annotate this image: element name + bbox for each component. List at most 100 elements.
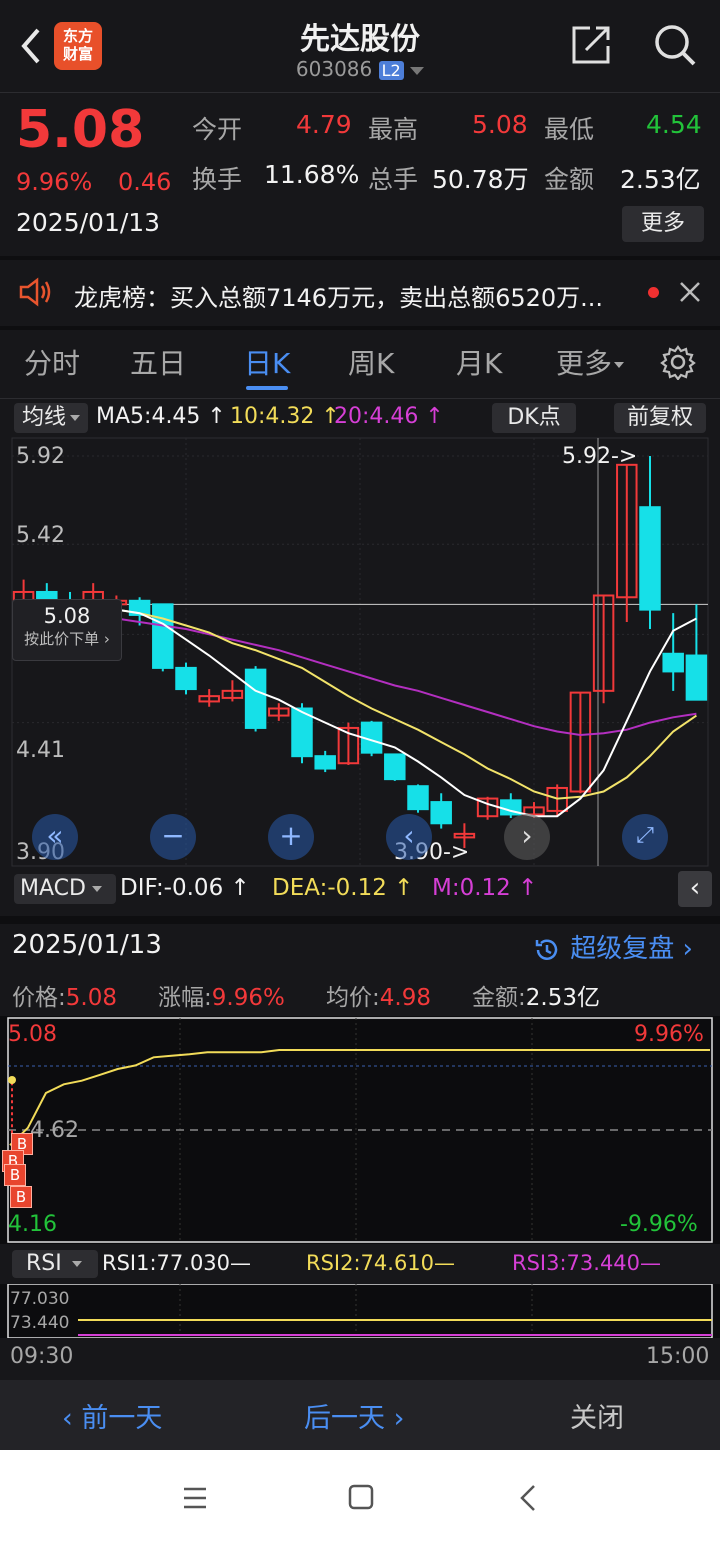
rsi-label-bottom: 73.440 — [10, 1313, 70, 1333]
time-start: 09:30 — [10, 1344, 74, 1369]
price-tag-sub-text: 按此价下单 — [24, 630, 100, 648]
price-tag-sub: 按此价下单 › — [24, 630, 110, 648]
close-icon[interactable] — [678, 280, 702, 304]
ma20-value: 20:4.46 ↑ — [334, 404, 444, 429]
app-screen: 东方 财富 先达股份 603086 L2 5.08 9.96% 0.46 2025… — [0, 0, 720, 1450]
caret-down-icon — [71, 1261, 82, 1267]
change-value: 0.46 — [118, 168, 172, 196]
candle-body — [175, 666, 197, 691]
tab-weekly-k[interactable]: 周K — [348, 342, 394, 382]
dk-label: DK点 — [507, 405, 561, 430]
kline-ylabel-3: 4.41 — [16, 738, 65, 763]
detail-amt-label: 金额: — [472, 985, 526, 1011]
zoom-in-icon[interactable]: + — [268, 814, 314, 860]
detail-avg: 均价:4.98 — [326, 978, 431, 1012]
rsi-frame — [7, 1284, 713, 1338]
tab-daily-k[interactable]: 日K — [244, 342, 290, 382]
quote-date: 2025/01/13 — [16, 208, 161, 237]
intraday-bottom-pct: -9.96% — [620, 1212, 698, 1237]
dk-point-select[interactable]: DK点 — [492, 403, 576, 433]
more-button[interactable]: 更多 — [622, 206, 704, 242]
settings-gear-icon[interactable] — [660, 344, 696, 381]
candle-body — [662, 652, 684, 673]
stock-name: 先达股份 — [300, 22, 420, 57]
candle-body — [244, 668, 267, 729]
next-day-button[interactable]: 后一天 › — [304, 1396, 404, 1435]
price-line — [9, 1049, 710, 1146]
share-icon[interactable] — [570, 24, 612, 66]
caret-down-icon — [410, 66, 425, 75]
zoom-out-icon[interactable]: − — [150, 814, 196, 860]
history-icon — [535, 938, 558, 960]
red-dot-icon — [648, 287, 659, 298]
price-tag[interactable]: 5.08 按此价下单 › — [12, 599, 122, 661]
buy-marker: B — [10, 1186, 32, 1208]
rsi-chart — [0, 1284, 720, 1338]
ma-select-label: 均线 — [22, 405, 67, 430]
detail-avg-value: 4.98 — [379, 985, 431, 1011]
candle-body — [384, 753, 406, 781]
high-label: 最高 — [368, 115, 419, 144]
ma5-text: MA5:4.45 — [96, 404, 201, 429]
volume-label: 总手 — [368, 165, 419, 194]
stock-code-row[interactable]: 603086 L2 — [0, 57, 720, 81]
search-icon[interactable] — [652, 22, 698, 68]
ma5-value: MA5:4.45 ↑ — [96, 404, 226, 429]
rsi-label-top: 77.030 — [10, 1289, 70, 1309]
level-badge: L2 — [378, 61, 404, 80]
change-pct: 9.96% — [16, 168, 93, 196]
detail-price-label: 价格: — [12, 985, 66, 1011]
home-icon[interactable] — [348, 1484, 374, 1510]
detail-pct: 涨幅:9.96% — [158, 978, 285, 1012]
macd-select-label: MACD — [20, 876, 86, 901]
rsi3-value: RSI3:73.440— — [512, 1251, 662, 1275]
rsi-select-label: RSI — [26, 1251, 62, 1276]
detail-pct-label: 涨幅: — [158, 985, 212, 1011]
scroll-start-icon[interactable]: « — [32, 814, 78, 860]
candle-body — [430, 801, 452, 825]
prev-day-label: 前一天 — [81, 1403, 163, 1434]
super-review-link[interactable]: 超级复盘 › — [532, 928, 693, 965]
scroll-right-icon[interactable]: › — [504, 814, 550, 860]
menu-icon[interactable] — [182, 1486, 208, 1510]
intraday-top-pct: 9.96% — [634, 1022, 704, 1047]
prev-day-button[interactable]: ‹ 前一天 — [62, 1396, 162, 1435]
back-nav-icon[interactable] — [516, 1484, 540, 1512]
intraday-top-price: 5.08 — [8, 1022, 57, 1047]
caret-down-icon — [614, 362, 625, 368]
news-text[interactable]: 龙虎榜：买入总额7146万元，卖出总额6520万... — [74, 278, 634, 313]
adjust-select[interactable]: 前复权 — [614, 403, 706, 433]
system-nav-bar — [0, 1450, 720, 1546]
detail-date: 2025/01/13 — [12, 930, 162, 960]
tab-monthly-k[interactable]: 月K — [456, 342, 502, 382]
ma-select[interactable]: 均线 — [14, 403, 88, 433]
macd-m-text: M:0.12 — [432, 875, 511, 901]
intraday-bottom-price: 4.16 — [8, 1212, 57, 1237]
macd-select[interactable]: MACD — [14, 874, 116, 904]
ma20-text: 20:4.46 — [334, 404, 419, 429]
intraday-chart[interactable] — [0, 1016, 720, 1244]
caret-down-icon — [70, 415, 81, 421]
kline-ylabel-1: 5.92 — [16, 444, 65, 469]
detail-pct-value: 9.96% — [211, 985, 285, 1011]
low-label: 最低 — [544, 115, 595, 144]
scroll-left-icon[interactable]: ‹ — [386, 814, 432, 860]
rsi2-value: RSI2:74.610— — [306, 1251, 456, 1275]
buy-marker: B — [4, 1164, 26, 1186]
tab-timeshare[interactable]: 分时 — [24, 342, 80, 382]
active-tab-underline — [246, 386, 288, 390]
rsi-select[interactable]: RSI — [12, 1250, 98, 1278]
close-button[interactable]: 关闭 — [570, 1396, 624, 1435]
super-review-label: 超级复盘 — [570, 934, 675, 964]
rsi1-value: RSI1:77.030— — [102, 1251, 252, 1275]
tab-more[interactable]: 更多 — [556, 342, 625, 382]
amount-value: 2.53亿 — [620, 165, 701, 194]
ma10-value: 10:4.32 ↑ — [230, 404, 340, 429]
collapse-panel-icon[interactable]: ‹ — [678, 871, 712, 907]
tab-five-day[interactable]: 五日 — [130, 342, 186, 382]
stock-code: 603086 — [295, 57, 373, 81]
candle-body — [314, 755, 336, 770]
macd-m: M:0.12 ↑ — [432, 875, 538, 901]
fullscreen-icon[interactable]: ⤢ — [622, 814, 668, 860]
detail-price-value: 5.08 — [65, 985, 117, 1011]
